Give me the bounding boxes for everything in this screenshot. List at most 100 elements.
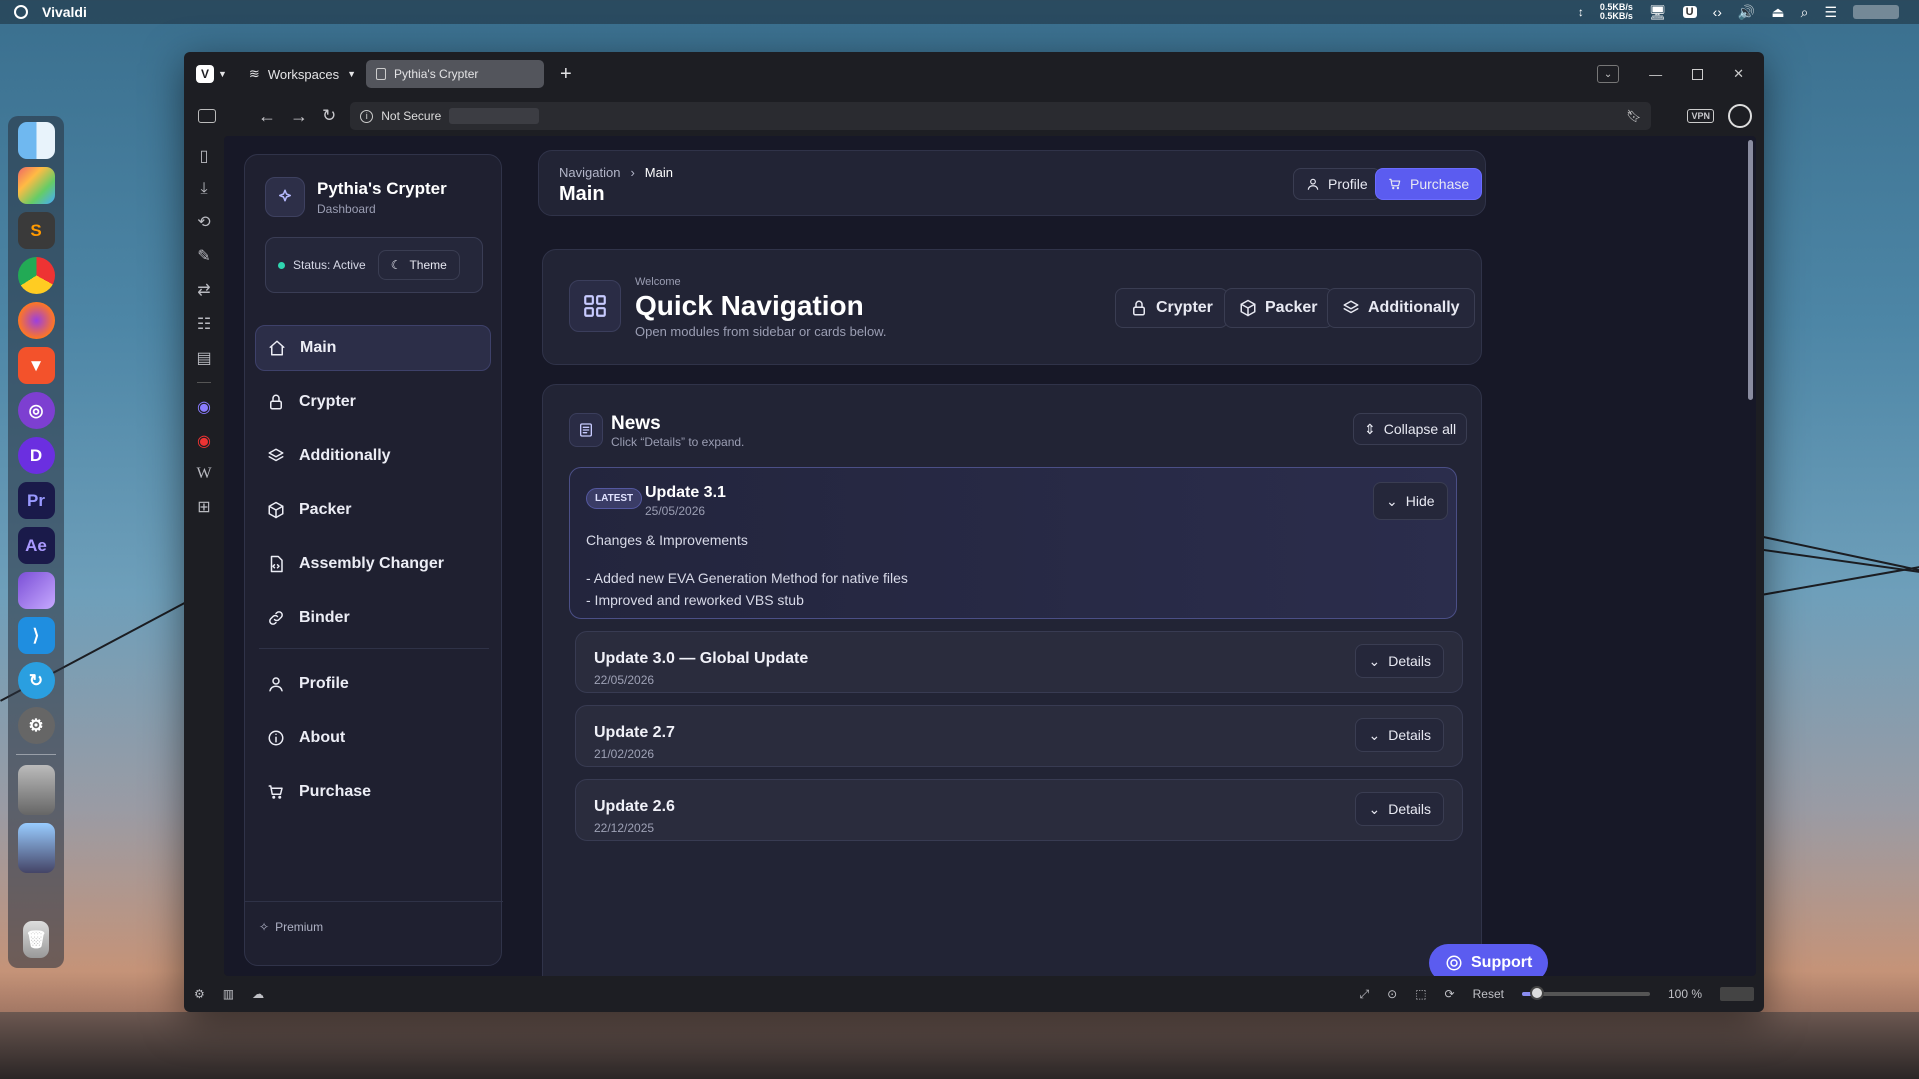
sidebar-item-label: Binder xyxy=(299,609,350,626)
u-app-icon[interactable]: U xyxy=(1682,6,1697,18)
quicknav-subtitle: Open modules from sidebar or cards below… xyxy=(635,324,887,339)
settings-icon[interactable]: ⚙ xyxy=(17,707,55,744)
page-scrollbar[interactable] xyxy=(1748,140,1753,400)
launchpad-icon[interactable] xyxy=(17,167,55,204)
chrome-icon[interactable] xyxy=(17,257,55,294)
vpn-badge[interactable]: VPN xyxy=(1687,109,1714,123)
sidebar-item-binder[interactable]: Binder xyxy=(255,595,491,641)
vivaldi-menu-icon[interactable]: V xyxy=(196,65,214,83)
quicknav-crypter-button[interactable]: Crypter xyxy=(1115,288,1228,328)
control-center-icon[interactable]: ☰ xyxy=(1824,4,1837,21)
trash-icon[interactable]: 🗑 xyxy=(23,921,49,958)
sublime-icon[interactable]: S xyxy=(17,212,55,249)
reload-button[interactable]: ↻ xyxy=(322,106,336,126)
support-button[interactable]: Support xyxy=(1429,944,1549,976)
breadcrumb-root[interactable]: Navigation xyxy=(559,165,620,180)
panel-toggle-icon[interactable] xyxy=(198,109,216,123)
address-bar[interactable]: i Not Secure 🔖︎ xyxy=(350,102,1652,130)
info-icon: i xyxy=(360,109,374,123)
browser-status-bar: ⚙ ▥ ☁ ⤢ ⊙ ⬚ ⟳ Reset 100 % xyxy=(184,976,1764,1012)
news-item-title: Update 2.6 xyxy=(594,798,675,815)
visual-studio-icon[interactable] xyxy=(17,572,55,609)
screenshot-icon[interactable]: ⊙ xyxy=(1387,987,1397,1001)
brave-icon[interactable]: ▼ xyxy=(17,347,55,384)
news-item-title: Update 3.0 — Global Update xyxy=(594,650,809,667)
chevron-down-icon[interactable]: ▼ xyxy=(218,69,227,79)
sidebar-item-crypter[interactable]: Crypter xyxy=(255,379,491,425)
page-actions-icon[interactable]: ⟳ xyxy=(1445,987,1455,1001)
close-window-button[interactable]: ✕ xyxy=(1733,66,1744,82)
sidebar-item-main[interactable]: Main xyxy=(255,325,491,371)
blurred-app-icon[interactable] xyxy=(17,765,55,815)
sidebar-item-purchase[interactable]: Purchase xyxy=(255,769,491,815)
after-effects-icon[interactable]: Ae xyxy=(17,527,55,564)
sidebar-item-profile[interactable]: Profile xyxy=(255,661,491,707)
d-app-icon[interactable]: D xyxy=(17,437,55,474)
history-panel-icon[interactable]: ⟲ xyxy=(197,212,210,232)
cloud-sync-icon[interactable]: ☁ xyxy=(252,987,264,1001)
news-item-latest: LATEST Update 3.1 25/05/2026 ⌄ Hide Chang… xyxy=(569,467,1457,619)
vivaldi-panel-icon[interactable]: ◉ xyxy=(197,431,211,451)
details-button[interactable]: ⌄ Details xyxy=(1355,644,1444,678)
hide-button[interactable]: ⌄ Hide xyxy=(1373,482,1448,520)
capture-icon[interactable]: ⤢ xyxy=(1360,987,1370,1002)
bookmark-icon[interactable]: 🔖︎ xyxy=(1626,109,1641,123)
details-button[interactable]: ⌄ Details xyxy=(1355,792,1444,826)
sidebar-item-about[interactable]: About xyxy=(255,715,491,761)
tab-pythias-crypter[interactable]: Pythia's Crypter xyxy=(366,60,545,88)
workspaces-button[interactable]: ≋ Workspaces ▼ xyxy=(249,66,356,82)
sidebar-item-label: Profile xyxy=(299,675,349,692)
blurred-app-icon-2[interactable] xyxy=(17,823,55,873)
details-label: Details xyxy=(1388,801,1431,817)
moon-icon: ☾ xyxy=(390,258,402,272)
downloads-panel-icon[interactable]: ⤓ xyxy=(200,180,207,198)
quicknav-additionally-label: Additionally xyxy=(1368,299,1460,316)
minimize-button[interactable]: — xyxy=(1649,67,1662,82)
quicknav-packer-label: Packer xyxy=(1265,299,1318,316)
forward-button[interactable]: → xyxy=(290,106,308,127)
page-tiling-icon[interactable]: ⬚ xyxy=(1415,987,1426,1001)
tiling-icon[interactable]: ▥ xyxy=(223,987,234,1001)
volume-icon[interactable]: 🔊 xyxy=(1738,4,1755,21)
sync-icon[interactable]: ↻ xyxy=(17,662,55,699)
mastodon-panel-icon[interactable]: ◉ xyxy=(197,397,211,417)
sidebar-item-additionally[interactable]: Additionally xyxy=(255,433,491,479)
eject-icon[interactable]: ⏏ xyxy=(1771,4,1784,21)
premiere-icon[interactable]: Pr xyxy=(17,482,55,519)
sidebar-item-assembly-changer[interactable]: Assembly Changer xyxy=(255,541,491,587)
new-tab-button[interactable]: + xyxy=(560,63,572,86)
search-icon[interactable]: ⌕ xyxy=(1801,4,1809,21)
zoom-slider-knob[interactable] xyxy=(1530,986,1545,1000)
reading-list-icon[interactable]: ☷ xyxy=(197,314,211,334)
vscode-icon[interactable]: ⟩ xyxy=(17,617,55,654)
quicknav-additionally-button[interactable]: Additionally xyxy=(1327,288,1475,328)
os-menu-icon[interactable] xyxy=(14,5,28,19)
calendar-panel-icon[interactable]: ▤ xyxy=(196,348,211,368)
notes-panel-icon[interactable]: ✎ xyxy=(197,246,210,266)
profile-button[interactable]: Profile xyxy=(1293,168,1381,200)
layers-icon xyxy=(1343,300,1359,314)
add-panel-icon[interactable]: ⊞ xyxy=(197,497,210,517)
back-button[interactable]: ← xyxy=(258,106,276,127)
collapse-all-button[interactable]: ⇕ Collapse all xyxy=(1353,413,1468,445)
translate-panel-icon[interactable]: ⇄ xyxy=(197,280,210,300)
zoom-slider[interactable] xyxy=(1521,986,1650,1000)
finder-icon[interactable] xyxy=(17,122,55,159)
maximize-button[interactable] xyxy=(1692,68,1704,80)
code-icon[interactable]: ‹› xyxy=(1713,4,1722,20)
tor-icon[interactable]: ◎ xyxy=(17,392,55,429)
firefox-icon[interactable] xyxy=(17,302,55,339)
theme-button[interactable]: ☾ Theme xyxy=(377,250,460,280)
purchase-button[interactable]: Purchase xyxy=(1375,168,1483,200)
wikipedia-panel-icon[interactable]: W xyxy=(196,465,211,483)
bookmarks-panel-icon[interactable]: ▯ xyxy=(200,146,209,166)
details-button[interactable]: ⌄ Details xyxy=(1355,718,1444,752)
zoom-reset-button[interactable]: Reset xyxy=(1473,987,1504,1001)
tab-list-button[interactable]: ⌄ xyxy=(1597,65,1620,83)
browser-panel-bar: ▯ ⤓ ⟲ ✎ ⇄ ☷ ▤ ◉ ◉ W ⊞ xyxy=(184,136,224,976)
settings-icon[interactable]: ⚙ xyxy=(194,987,205,1001)
profile-avatar-icon[interactable] xyxy=(1728,104,1752,128)
display-icon[interactable]: 🖥 xyxy=(1649,4,1667,21)
quicknav-packer-button[interactable]: Packer xyxy=(1224,288,1333,328)
sidebar-item-packer[interactable]: Packer xyxy=(255,487,491,533)
